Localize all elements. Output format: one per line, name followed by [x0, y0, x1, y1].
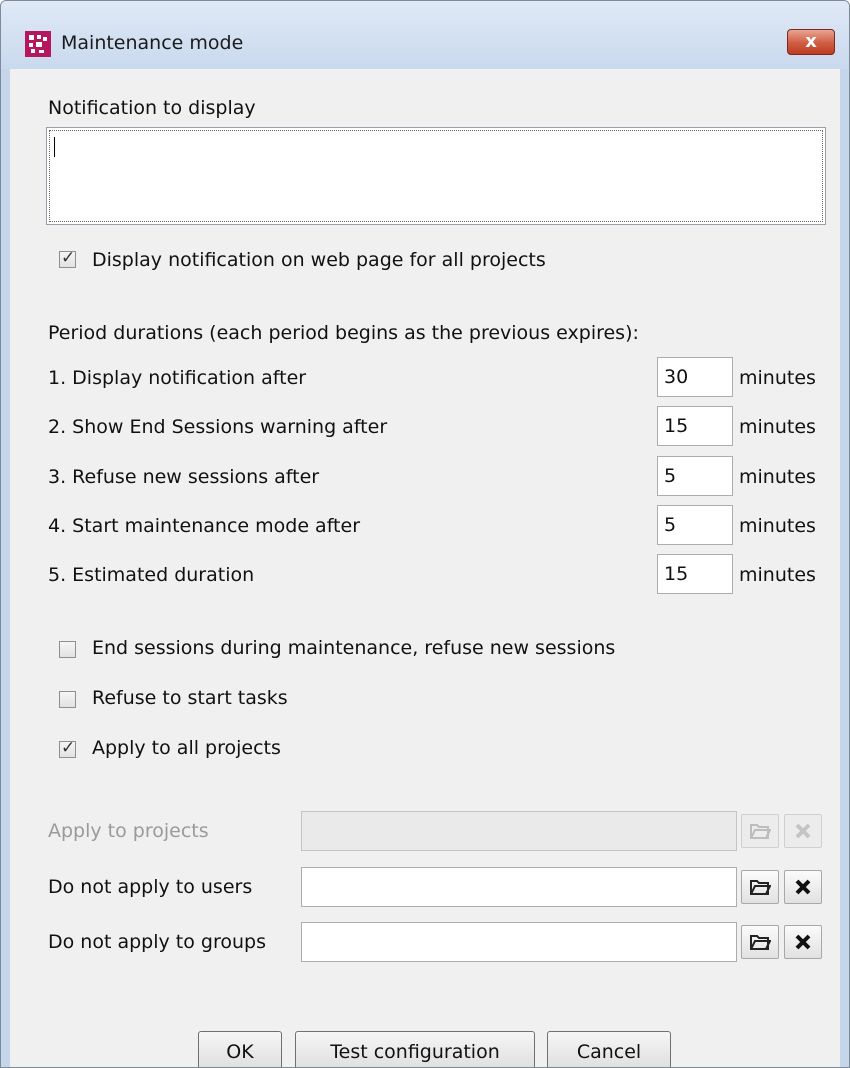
unit-label-4: minutes	[739, 515, 816, 537]
close-icon: x	[805, 31, 817, 52]
clear-groups-button[interactable]	[784, 925, 822, 959]
cancel-button[interactable]: Cancel	[547, 1031, 671, 1067]
x-icon	[795, 879, 811, 895]
dialog-content: Notification to display ✓ Display notifi…	[10, 69, 840, 1067]
period-label-1: 1. Display notification after	[48, 367, 307, 389]
refuse-tasks-checkbox[interactable]	[59, 691, 76, 708]
apply-all-projects-label: Apply to all projects	[92, 737, 281, 759]
x-icon	[795, 823, 811, 839]
end-sessions-warning-minutes-input[interactable]	[657, 406, 733, 446]
unit-label-3: minutes	[739, 466, 816, 488]
browse-groups-button[interactable]	[741, 925, 779, 959]
close-button[interactable]: x	[787, 29, 835, 55]
browse-projects-button[interactable]	[741, 814, 779, 848]
exclude-groups-field[interactable]	[301, 922, 737, 962]
open-folder-icon	[750, 824, 772, 839]
period-label-3: 3. Refuse new sessions after	[48, 466, 320, 488]
display-notification-label: Display notification on web page for all…	[92, 249, 546, 271]
browse-users-button[interactable]	[741, 870, 779, 904]
unit-label-1: minutes	[739, 367, 816, 389]
unit-label-2: minutes	[739, 416, 816, 438]
refuse-tasks-label: Refuse to start tasks	[92, 687, 288, 709]
title-bar[interactable]: Maintenance mode x	[1, 1, 849, 69]
end-sessions-label: End sessions during maintenance, refuse …	[92, 637, 616, 659]
start-maintenance-minutes-input[interactable]	[657, 505, 733, 545]
clear-projects-button[interactable]	[784, 814, 822, 848]
notification-textarea[interactable]	[46, 127, 826, 225]
refuse-sessions-minutes-input[interactable]	[657, 456, 733, 496]
apply-all-projects-checkbox[interactable]: ✓	[59, 738, 76, 758]
window-title: Maintenance mode	[61, 32, 244, 54]
exclude-groups-label: Do not apply to groups	[48, 931, 266, 953]
period-label-2: 2. Show End Sessions warning after	[48, 416, 388, 438]
checkmark-icon: ✓	[61, 248, 76, 268]
period-label-4: 4. Start maintenance mode after	[48, 515, 361, 537]
end-sessions-checkbox[interactable]	[59, 641, 76, 658]
x-icon	[795, 934, 811, 950]
exclude-users-label: Do not apply to users	[48, 876, 253, 898]
apply-to-projects-label: Apply to projects	[48, 820, 209, 842]
exclude-users-field[interactable]	[301, 867, 737, 907]
text-caret	[54, 137, 55, 157]
estimated-duration-minutes-input[interactable]	[657, 554, 733, 594]
clear-users-button[interactable]	[784, 870, 822, 904]
dialog-window: Maintenance mode x Notification to displ…	[0, 0, 850, 1068]
notification-label: Notification to display	[48, 97, 256, 119]
open-folder-icon	[750, 935, 772, 950]
ok-button[interactable]: OK	[198, 1031, 282, 1067]
period-label-5: 5. Estimated duration	[48, 564, 255, 586]
period-durations-heading: Period durations (each period begins as …	[48, 322, 639, 344]
test-configuration-button[interactable]: Test configuration	[295, 1031, 535, 1067]
app-logo-icon	[25, 31, 51, 57]
open-folder-icon	[750, 880, 772, 895]
checkmark-icon: ✓	[61, 738, 76, 758]
apply-to-projects-field[interactable]	[301, 811, 737, 851]
display-notification-checkbox[interactable]: ✓	[59, 248, 76, 268]
unit-label-5: minutes	[739, 564, 816, 586]
display-notification-minutes-input[interactable]	[657, 357, 733, 397]
